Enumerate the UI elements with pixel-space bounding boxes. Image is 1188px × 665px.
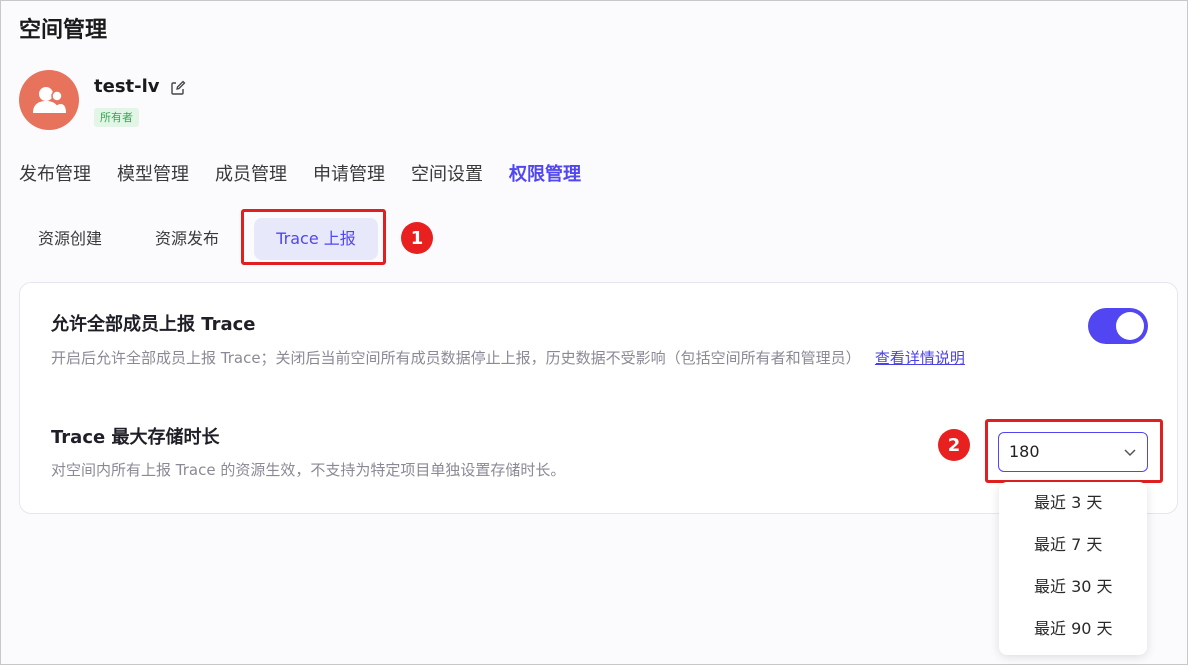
toggle-knob — [1116, 312, 1144, 340]
users-icon — [33, 87, 66, 113]
trace-report-description-text: 开启后允许全部成员上报 Trace；关闭后当前空间所有成员数据停止上报，历史数据… — [51, 349, 861, 367]
dropdown-option-7-days[interactable]: 最近 7 天 — [999, 524, 1147, 566]
dropdown-option-90-days[interactable]: 最近 90 天 — [999, 608, 1147, 650]
main-tabs: 发布管理 模型管理 成员管理 申请管理 空间设置 权限管理 — [19, 160, 607, 186]
trace-retention-title: Trace 最大存储时长 — [51, 427, 220, 448]
tab-application-management[interactable]: 申请管理 — [313, 160, 385, 186]
trace-report-toggle[interactable] — [1088, 308, 1148, 344]
space-name: test-lv — [94, 76, 160, 97]
tab-model-management[interactable]: 模型管理 — [117, 160, 189, 186]
tab-permission-management[interactable]: 权限管理 — [509, 160, 581, 186]
trace-report-title: 允许全部成员上报 Trace — [51, 314, 256, 335]
tab-publish-management[interactable]: 发布管理 — [19, 160, 91, 186]
trace-report-description: 开启后允许全部成员上报 Trace；关闭后当前空间所有成员数据停止上报，历史数据… — [51, 345, 1071, 372]
trace-retention-description: 对空间内所有上报 Trace 的资源生效，不支持为特定项目单独设置存储时长。 — [51, 461, 566, 479]
dropdown-option-3-days[interactable]: 最近 3 天 — [999, 482, 1147, 524]
owner-badge: 所有者 — [94, 108, 139, 127]
view-details-link[interactable]: 查看详情说明 — [875, 349, 965, 367]
tab-member-management[interactable]: 成员管理 — [215, 160, 287, 186]
step-badge-1: 1 — [401, 222, 433, 254]
edit-icon[interactable] — [170, 80, 186, 96]
subtab-resource-creation[interactable]: 资源创建 — [38, 218, 102, 260]
page-title: 空间管理 — [19, 18, 108, 43]
tab-space-settings[interactable]: 空间设置 — [411, 160, 483, 186]
subtab-resource-publish[interactable]: 资源发布 — [155, 218, 219, 260]
step-badge-2: 2 — [938, 429, 970, 461]
highlight-box-trace-tab — [241, 209, 386, 265]
dropdown-option-30-days[interactable]: 最近 30 天 — [999, 566, 1147, 608]
retention-dropdown: 最近 3 天 最近 7 天 最近 30 天 最近 90 天 — [999, 482, 1147, 655]
space-avatar — [19, 70, 79, 130]
highlight-box-retention-select — [985, 419, 1163, 483]
